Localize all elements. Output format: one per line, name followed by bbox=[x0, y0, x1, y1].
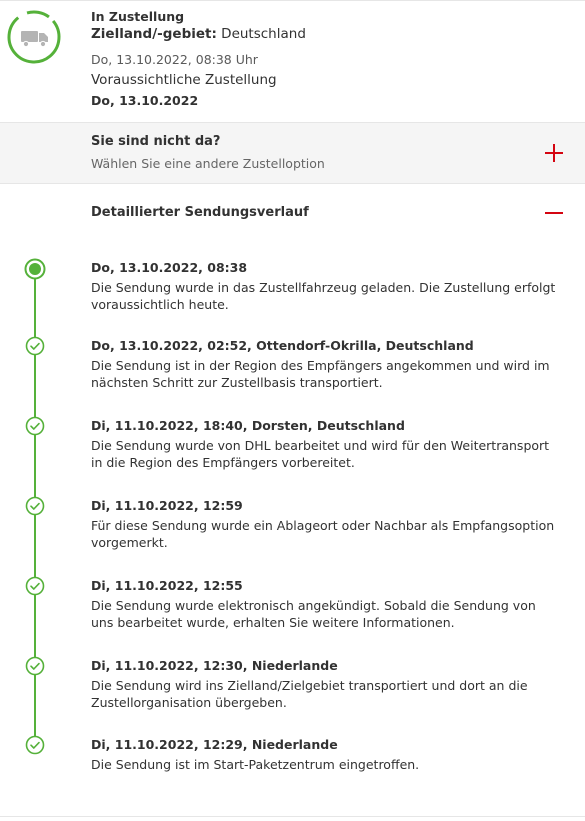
event-heading: Di, 11.10.2022, 12:59 bbox=[91, 498, 243, 513]
check-icon bbox=[25, 496, 45, 516]
history-title: Detaillierter Sendungsverlauf bbox=[91, 205, 309, 220]
shipment-status: In Zustellung Zielland/-gebiet: Deutschl… bbox=[0, 0, 585, 122]
history-accordion[interactable]: Detaillierter Sendungsverlauf bbox=[0, 184, 585, 242]
status-title: In Zustellung bbox=[91, 9, 185, 24]
expected-delivery-label: Voraussichtliche Zustellung bbox=[91, 72, 277, 88]
plus-icon[interactable] bbox=[545, 144, 563, 162]
status-timestamp: Do, 13.10.2022, 08:38 Uhr bbox=[91, 52, 258, 67]
event-description: Die Sendung ist in der Region des Empfän… bbox=[91, 358, 550, 390]
divider bbox=[0, 816, 585, 817]
destination: Zielland/-gebiet: Deutschland bbox=[91, 25, 306, 44]
check-icon bbox=[25, 576, 45, 596]
event-description: Für diese Sendung wurde ein Ablageort od… bbox=[91, 518, 555, 550]
event-heading: Di, 11.10.2022, 12:30, Niederlande bbox=[91, 658, 338, 673]
event-heading: Di, 11.10.2022, 12:55 bbox=[91, 578, 243, 593]
event-description: Die Sendung ist im Start-Paketzentrum ei… bbox=[91, 757, 420, 772]
accordion-subtitle: Wählen Sie eine andere Zustelloption bbox=[91, 156, 325, 171]
destination-label: Zielland/-gebiet: bbox=[91, 26, 217, 42]
event-description: Die Sendung wird ins Zielland/Zielgebiet… bbox=[91, 678, 528, 710]
event-description: Die Sendung wurde in das Zustellfahrzeug… bbox=[91, 280, 556, 312]
check-icon bbox=[25, 656, 45, 676]
event-description: Die Sendung wurde elektronisch angekündi… bbox=[91, 598, 536, 630]
status-progress-ring bbox=[7, 10, 61, 64]
destination-value: Deutschland bbox=[221, 26, 306, 42]
check-icon bbox=[25, 336, 45, 356]
check-icon bbox=[25, 416, 45, 436]
event-heading: Do, 13.10.2022, 08:38 bbox=[91, 260, 248, 275]
accordion-title: Sie sind nicht da? bbox=[91, 134, 221, 149]
delivery-option-accordion[interactable]: Sie sind nicht da? Wählen Sie eine ander… bbox=[0, 122, 585, 184]
minus-icon[interactable] bbox=[545, 204, 563, 222]
event-heading: Di, 11.10.2022, 18:40, Dorsten, Deutschl… bbox=[91, 418, 405, 433]
current-step-icon bbox=[24, 258, 46, 280]
event-heading: Do, 13.10.2022, 02:52, Ottendorf-Okrilla… bbox=[91, 338, 474, 353]
event-heading: Di, 11.10.2022, 12:29, Niederlande bbox=[91, 737, 338, 752]
delivery-truck-icon bbox=[21, 31, 48, 48]
event-description: Die Sendung wurde von DHL bearbeitet und… bbox=[91, 438, 550, 470]
check-icon bbox=[25, 735, 45, 755]
expected-delivery-date: Do, 13.10.2022 bbox=[91, 93, 199, 108]
